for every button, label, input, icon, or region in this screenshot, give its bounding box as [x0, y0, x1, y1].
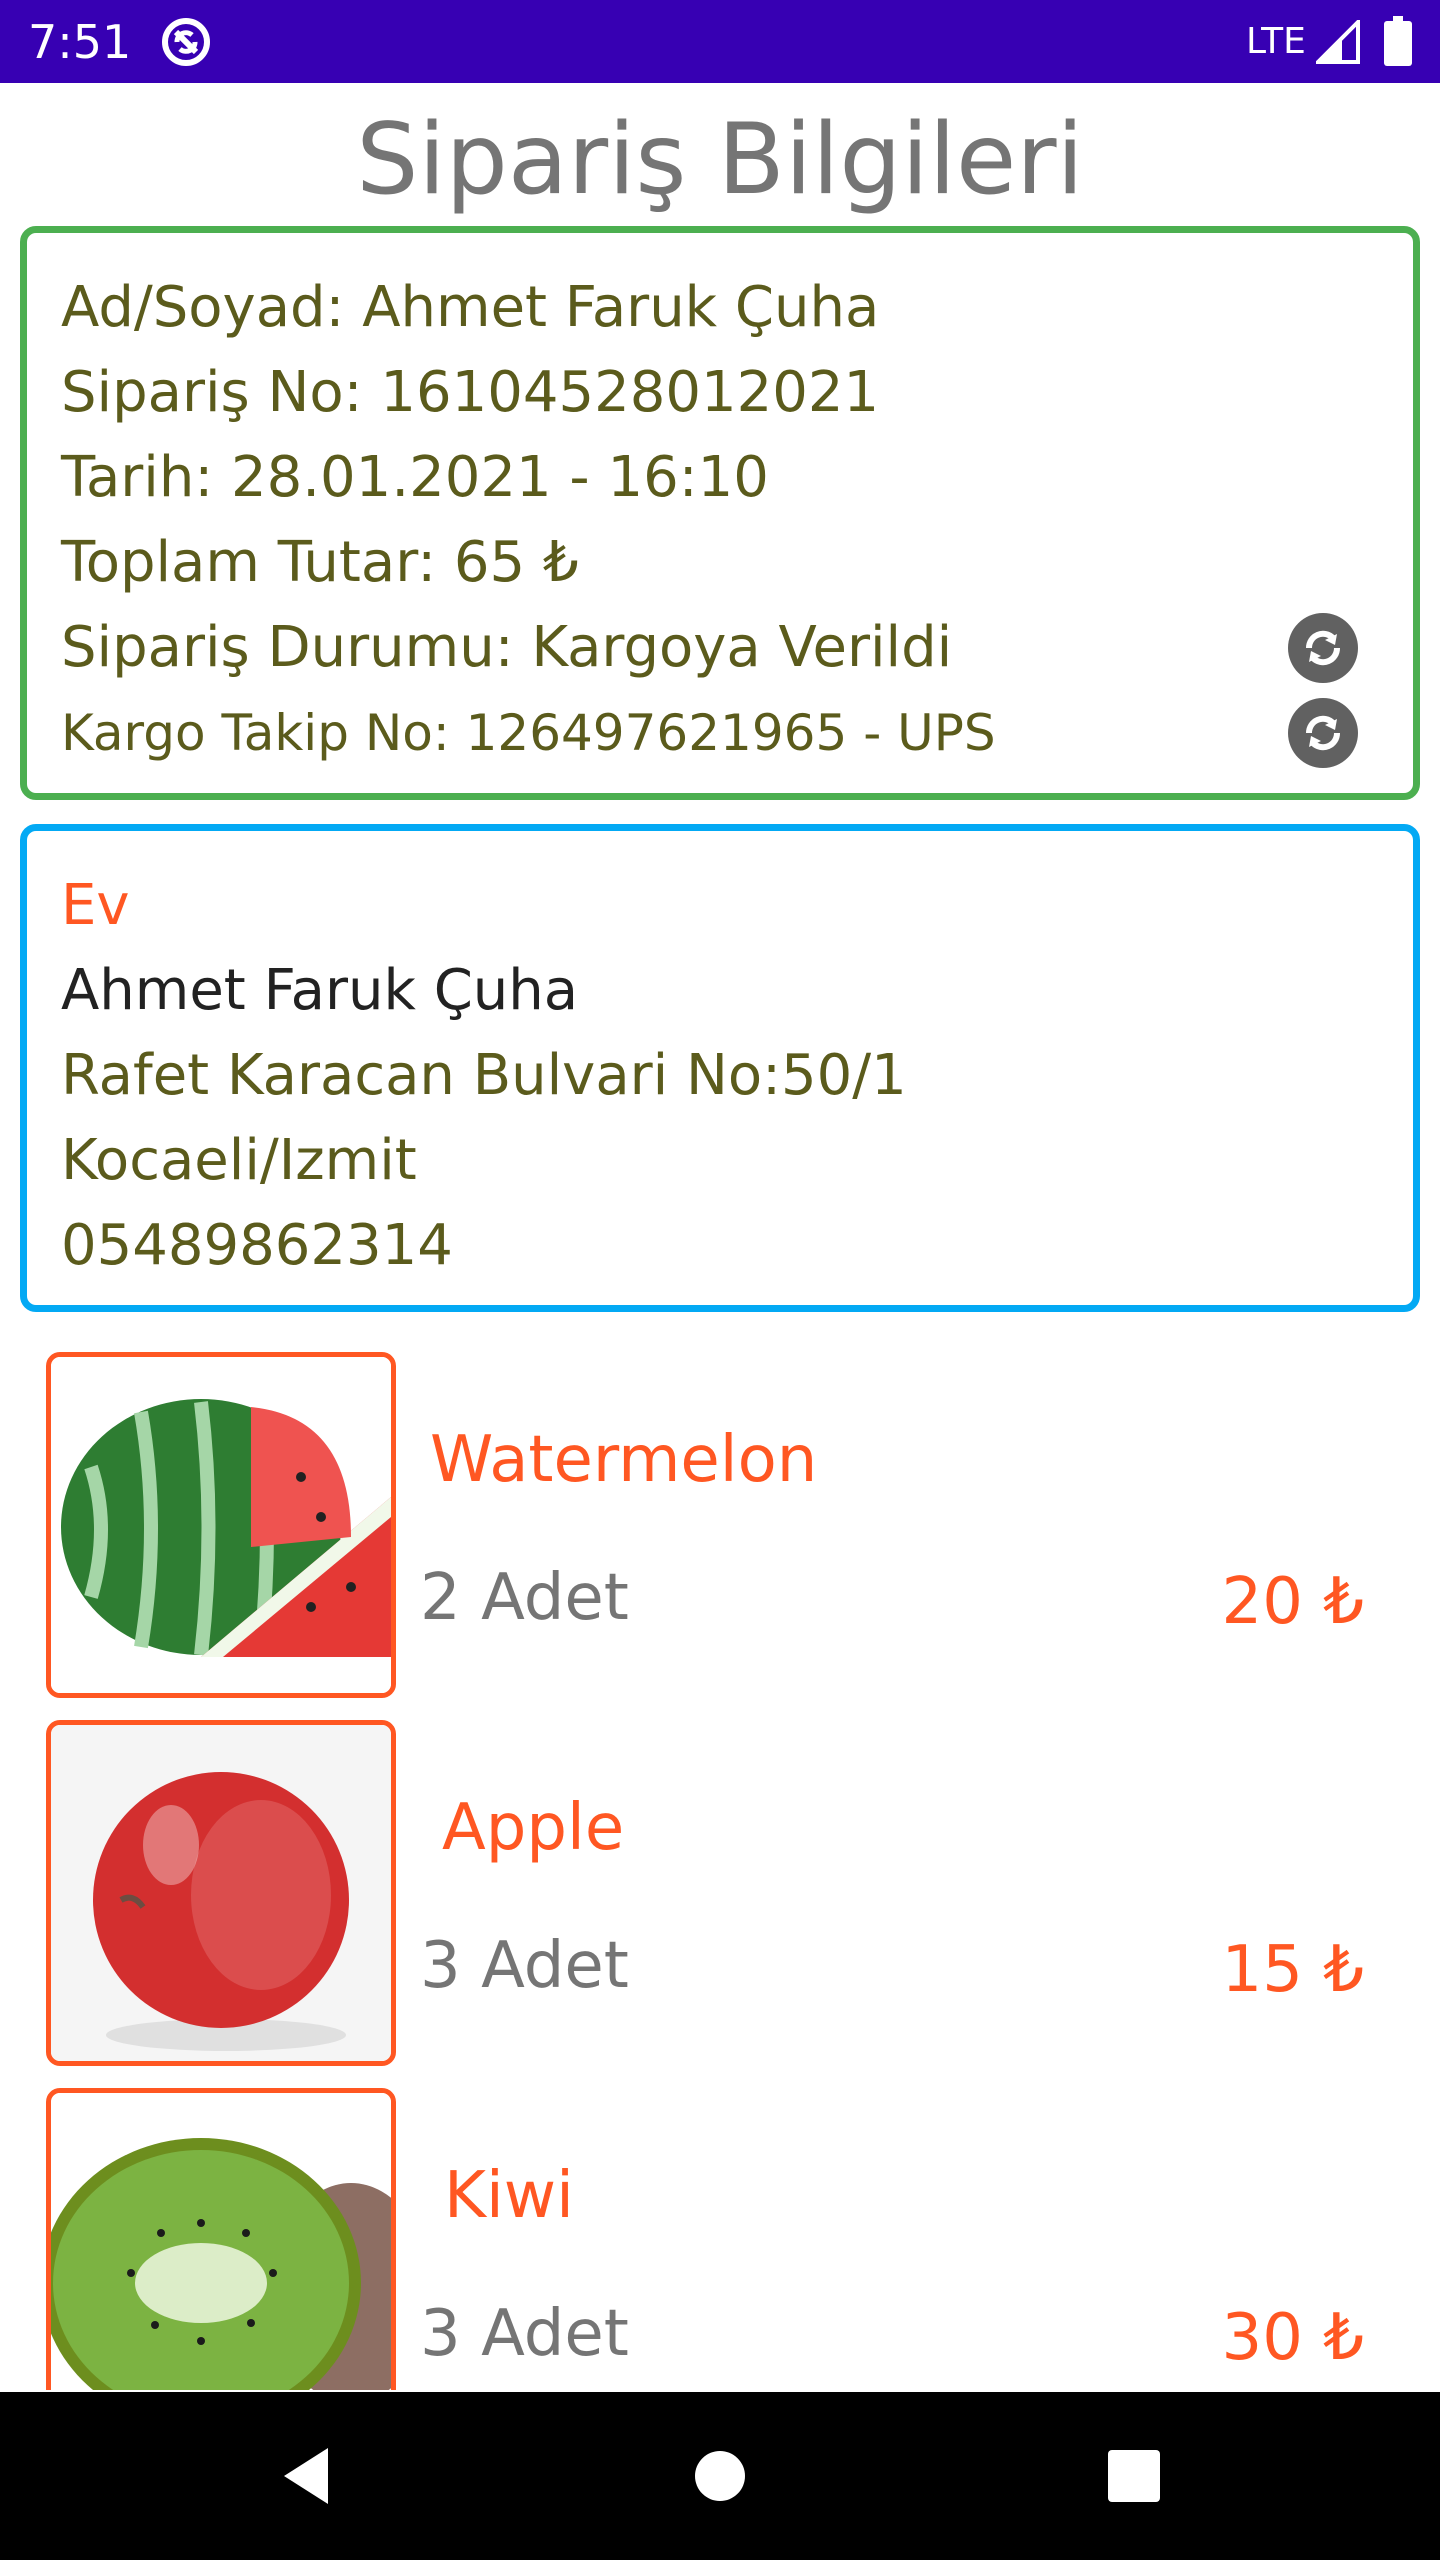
address-street: Rafet Karacan Bulvari No:50/1 — [61, 1043, 907, 1108]
order-number: Sipariş No: 16104528012021 — [61, 360, 880, 425]
product-quantity: 3 Adet — [420, 2297, 629, 2371]
status-bar: 7:51 LTE — [0, 0, 1440, 83]
home-icon[interactable] — [680, 2436, 760, 2516]
tracking-number: Kargo Takip No: 126497621965 - UPS — [61, 704, 996, 762]
product-price: 30 ₺ — [1221, 2301, 1365, 2375]
customer-name: Ad/Soyad: Ahmet Faruk Çuha — [61, 275, 880, 340]
recent-apps-icon[interactable] — [1094, 2436, 1174, 2516]
watermelon-image — [46, 1352, 396, 1698]
refresh-icon[interactable] — [1287, 697, 1359, 769]
product-name: Apple — [442, 1791, 625, 1865]
refresh-icon[interactable] — [1287, 612, 1359, 684]
product-quantity: 2 Adet — [420, 1561, 629, 1635]
order-date: Tarih: 28.01.2021 - 16:10 — [61, 445, 769, 510]
phone-number: 05489862314 — [61, 1213, 453, 1278]
order-total: Toplam Tutar: 65 ₺ — [61, 530, 579, 595]
product-list[interactable]: Watermelon 2 Adet 20 ₺ Apple 3 Adet 15 ₺ — [0, 1330, 1440, 2390]
apple-image — [46, 1720, 396, 2066]
order-status: Sipariş Durumu: Kargoya Verildi — [61, 615, 953, 680]
product-price: 15 ₺ — [1221, 1933, 1365, 2007]
order-info-card: Ad/Soyad: Ahmet Faruk Çuha Sipariş No: 1… — [20, 226, 1420, 800]
kiwi-image — [46, 2088, 396, 2390]
address-card: Ev Ahmet Faruk Çuha Rafet Karacan Bulvar… — [20, 824, 1420, 1312]
list-item[interactable]: Apple 3 Adet 15 ₺ — [0, 1698, 1440, 2066]
list-item[interactable]: Watermelon 2 Adet 20 ₺ — [0, 1330, 1440, 1698]
product-name: Watermelon — [430, 1423, 818, 1497]
navigation-bar — [0, 2392, 1440, 2560]
product-name: Kiwi — [444, 2159, 574, 2233]
signal-icon — [1316, 20, 1360, 64]
address-label: Ev — [61, 873, 130, 938]
sync-circle-icon — [162, 18, 210, 66]
back-icon[interactable] — [270, 2436, 350, 2516]
network-type: LTE — [1246, 21, 1306, 62]
status-time: 7:51 — [28, 15, 132, 69]
product-price: 20 ₺ — [1221, 1565, 1365, 1639]
product-quantity: 3 Adet — [420, 1929, 629, 2003]
address-city: Kocaeli/Izmit — [61, 1128, 417, 1193]
recipient-name: Ahmet Faruk Çuha — [61, 958, 579, 1023]
page-title: Sipariş Bilgileri — [356, 103, 1084, 217]
list-item[interactable]: Kiwi 3 Adet 30 ₺ — [0, 2066, 1440, 2390]
battery-icon — [1384, 16, 1412, 66]
